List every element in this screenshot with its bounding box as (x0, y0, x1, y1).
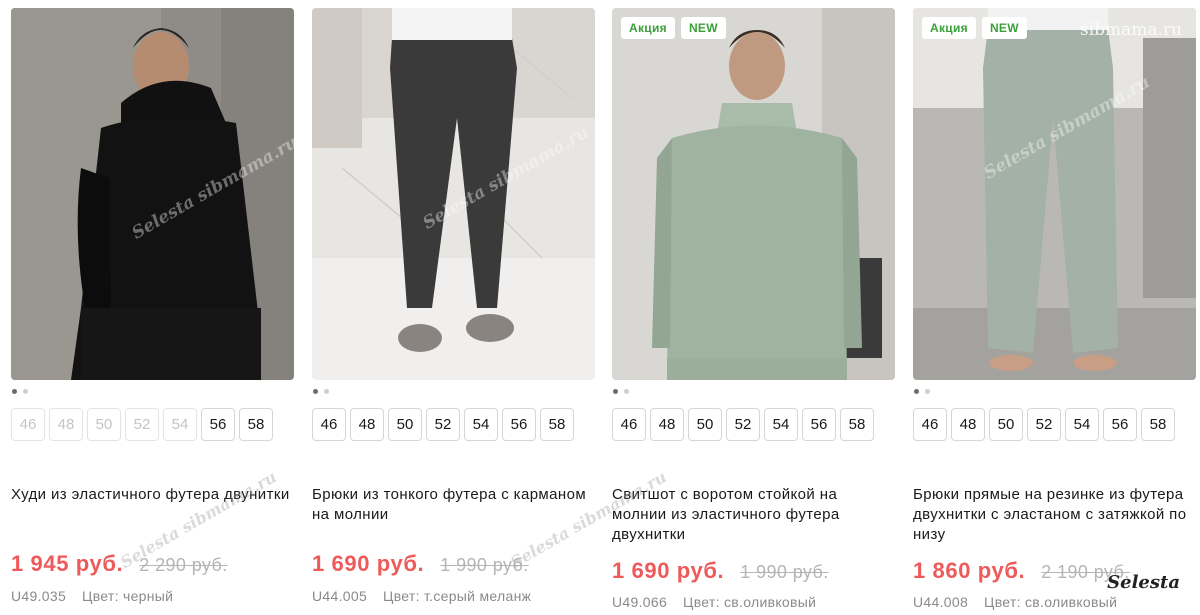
product-title[interactable]: Брюки прямые на резинке из футера двухни… (913, 485, 1193, 545)
article-number: U44.005 (312, 588, 368, 604)
badge-group: Акция NEW (922, 17, 1027, 39)
carousel-dot-active[interactable] (12, 389, 17, 394)
product-meta: U44.008 Цвет: св.оливковый (913, 594, 1117, 610)
size-option[interactable]: 52 (426, 408, 460, 441)
new-badge: NEW (981, 17, 1027, 39)
carousel-dot[interactable] (324, 389, 329, 394)
size-selector: 46 48 50 52 54 56 58 (612, 408, 874, 441)
size-option[interactable]: 54 (163, 408, 197, 441)
product-image (612, 8, 895, 380)
price-block: 1 690 руб. 1 990 руб. (312, 551, 529, 577)
new-badge: NEW (680, 17, 726, 39)
size-option[interactable]: 54 (1065, 408, 1099, 441)
sale-badge: Акция (621, 17, 675, 39)
size-option[interactable]: 48 (350, 408, 384, 441)
product-photo-straight-pants[interactable]: Акция NEW Selesta sibmama.ru (913, 8, 1196, 380)
current-price: 1 690 руб. (312, 551, 425, 576)
price-block: 1 860 руб. 2 190 руб. (913, 558, 1130, 584)
size-option[interactable]: 48 (49, 408, 83, 441)
size-option[interactable]: 50 (388, 408, 422, 441)
size-option[interactable]: 58 (239, 408, 273, 441)
article-number: U44.008 (913, 594, 969, 610)
current-price: 1 945 руб. (11, 551, 124, 576)
product-image (913, 8, 1196, 380)
size-option[interactable]: 58 (1141, 408, 1175, 441)
product-card[interactable]: Акция NEW 46 48 50 52 54 56 58 Свитшот с… (612, 8, 895, 615)
size-option[interactable]: 50 (688, 408, 722, 441)
carousel-dots (313, 389, 329, 394)
size-selector: 46 48 50 52 54 56 58 (11, 408, 273, 441)
sale-badge: Акция (922, 17, 976, 39)
product-color: Цвет: черный (82, 588, 174, 604)
size-option[interactable]: 46 (913, 408, 947, 441)
product-image (11, 8, 294, 380)
current-price: 1 690 руб. (612, 558, 725, 583)
product-photo-pants[interactable]: Selesta sibmama.ru (312, 8, 595, 380)
carousel-dots (613, 389, 629, 394)
size-selector: 46 48 50 52 54 56 58 (913, 408, 1175, 441)
badge-group: Акция NEW (621, 17, 726, 39)
product-card[interactable]: Selesta sibmama.ru 46 48 50 52 54 56 58 … (312, 8, 595, 615)
article-number: U49.066 (612, 594, 668, 610)
product-image (312, 8, 595, 380)
size-option[interactable]: 56 (502, 408, 536, 441)
size-option[interactable]: 58 (840, 408, 874, 441)
product-title[interactable]: Брюки из тонкого футера с карманом на мо… (312, 485, 592, 525)
size-option[interactable]: 48 (951, 408, 985, 441)
size-option[interactable]: 50 (989, 408, 1023, 441)
size-option[interactable]: 48 (650, 408, 684, 441)
size-option[interactable]: 52 (726, 408, 760, 441)
size-option[interactable]: 46 (11, 408, 45, 441)
size-option[interactable]: 46 (612, 408, 646, 441)
product-color: Цвет: св.оливковый (984, 594, 1118, 610)
product-card[interactable]: Selesta sibmama.ru 46 48 50 52 54 56 58 … (11, 8, 294, 615)
size-option[interactable]: 56 (201, 408, 235, 441)
product-card[interactable]: Акция NEW Selesta sibmama.ru 46 48 50 52… (913, 8, 1196, 615)
carousel-dot-active[interactable] (914, 389, 919, 394)
size-option[interactable]: 46 (312, 408, 346, 441)
size-option[interactable]: 52 (1027, 408, 1061, 441)
carousel-dot-active[interactable] (313, 389, 318, 394)
carousel-dot[interactable] (624, 389, 629, 394)
size-selector: 46 48 50 52 54 56 58 (312, 408, 574, 441)
carousel-dot-active[interactable] (613, 389, 618, 394)
old-price: 1 990 руб. (740, 562, 829, 582)
article-number: U49.035 (11, 588, 67, 604)
site-watermark: sibmama.ru (1080, 20, 1183, 40)
size-option[interactable]: 58 (540, 408, 574, 441)
product-meta: U49.066 Цвет: св.оливковый (612, 594, 816, 610)
price-block: 1 690 руб. 1 990 руб. (612, 558, 829, 584)
product-color: Цвет: св.оливковый (683, 594, 817, 610)
old-price: 2 290 руб. (139, 555, 228, 575)
product-photo-sweatshirt[interactable]: Акция NEW (612, 8, 895, 380)
product-color: Цвет: т.серый меланж (383, 588, 532, 604)
size-option[interactable]: 56 (1103, 408, 1137, 441)
size-option[interactable]: 54 (464, 408, 498, 441)
product-photo-hoodie[interactable]: Selesta sibmama.ru (11, 8, 294, 380)
product-title[interactable]: Свитшот с воротом стойкой на молнии из э… (612, 485, 892, 545)
size-option[interactable]: 50 (87, 408, 121, 441)
corner-logo: Selesta (1107, 572, 1180, 593)
carousel-dot[interactable] (23, 389, 28, 394)
carousel-dots (12, 389, 28, 394)
size-option[interactable]: 56 (802, 408, 836, 441)
size-option[interactable]: 54 (764, 408, 798, 441)
size-option[interactable]: 52 (125, 408, 159, 441)
carousel-dot[interactable] (925, 389, 930, 394)
product-meta: U44.005 Цвет: т.серый меланж (312, 588, 531, 604)
carousel-dots (914, 389, 930, 394)
current-price: 1 860 руб. (913, 558, 1026, 583)
product-meta: U49.035 Цвет: черный (11, 588, 173, 604)
